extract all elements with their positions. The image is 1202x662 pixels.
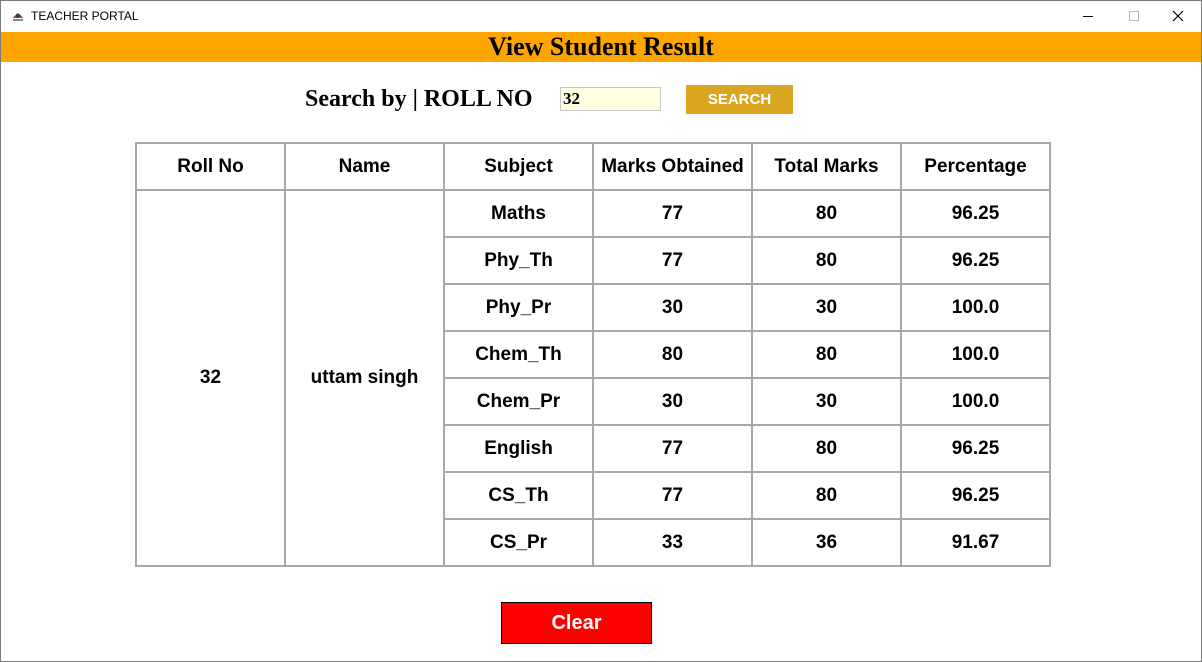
teacher-portal-window: TEACHER PORTAL View Student Result Searc… [0, 0, 1202, 662]
search-button[interactable]: SEARCH [686, 85, 793, 114]
subject-cell: Phy_Th [443, 236, 594, 285]
marks-obtained-cell: 80 [592, 330, 753, 379]
marks-obtained-cell: 30 [592, 283, 753, 332]
minimize-icon [1083, 16, 1093, 17]
marks-obtained-cell: 77 [592, 424, 753, 473]
total-marks-cell: 80 [751, 471, 902, 520]
clear-button[interactable]: Clear [501, 602, 652, 644]
percentage-cell: 96.25 [900, 424, 1051, 473]
total-marks-cell: 30 [751, 377, 902, 426]
marks-obtained-cell: 77 [592, 471, 753, 520]
header-roll-no: Roll No [135, 142, 286, 191]
header-name: Name [284, 142, 445, 191]
marks-obtained-cell: 77 [592, 189, 753, 238]
total-marks-cell: 36 [751, 518, 902, 567]
minimize-button[interactable] [1065, 1, 1111, 31]
page-title: View Student Result [488, 32, 714, 61]
subject-cell: Chem_Th [443, 330, 594, 379]
maximize-icon [1129, 11, 1139, 21]
header-marks-obtained: Marks Obtained [592, 142, 753, 191]
marks-obtained-cell: 30 [592, 377, 753, 426]
header-total-marks: Total Marks [751, 142, 902, 191]
percentage-cell: 100.0 [900, 330, 1051, 379]
subject-cell: English [443, 424, 594, 473]
percentage-cell: 100.0 [900, 377, 1051, 426]
header-subject: Subject [443, 142, 594, 191]
percentage-cell: 96.25 [900, 471, 1051, 520]
page-banner: View Student Result [1, 32, 1201, 62]
student-name-cell: uttam singh [284, 189, 445, 567]
roll-no-input[interactable] [560, 87, 661, 111]
percentage-cell: 100.0 [900, 283, 1051, 332]
percentage-cell: 96.25 [900, 236, 1051, 285]
total-marks-cell: 80 [751, 189, 902, 238]
percentage-cell: 91.67 [900, 518, 1051, 567]
window-title: TEACHER PORTAL [31, 9, 139, 23]
table-header-row: Roll No Name Subject Marks Obtained Tota… [135, 142, 1051, 191]
app-logo-icon [11, 9, 25, 23]
title-bar: TEACHER PORTAL [1, 1, 1201, 31]
subject-cell: CS_Th [443, 471, 594, 520]
header-percentage: Percentage [900, 142, 1051, 191]
close-button[interactable] [1155, 1, 1201, 31]
close-icon [1172, 10, 1184, 22]
total-marks-cell: 80 [751, 330, 902, 379]
total-marks-cell: 80 [751, 424, 902, 473]
roll-no-cell: 32 [135, 189, 286, 567]
maximize-button[interactable] [1111, 1, 1157, 31]
subject-cell: Phy_Pr [443, 283, 594, 332]
total-marks-cell: 30 [751, 283, 902, 332]
subject-cell: Chem_Pr [443, 377, 594, 426]
subject-cell: CS_Pr [443, 518, 594, 567]
marks-obtained-cell: 33 [592, 518, 753, 567]
results-table: Roll No Name Subject Marks Obtained Tota… [135, 142, 1051, 567]
search-label: Search by | ROLL NO [305, 86, 533, 112]
marks-obtained-cell: 77 [592, 236, 753, 285]
percentage-cell: 96.25 [900, 189, 1051, 238]
total-marks-cell: 80 [751, 236, 902, 285]
subject-cell: Maths [443, 189, 594, 238]
table-row: 32 uttam singh Maths 77 80 96.25 [135, 189, 1051, 567]
